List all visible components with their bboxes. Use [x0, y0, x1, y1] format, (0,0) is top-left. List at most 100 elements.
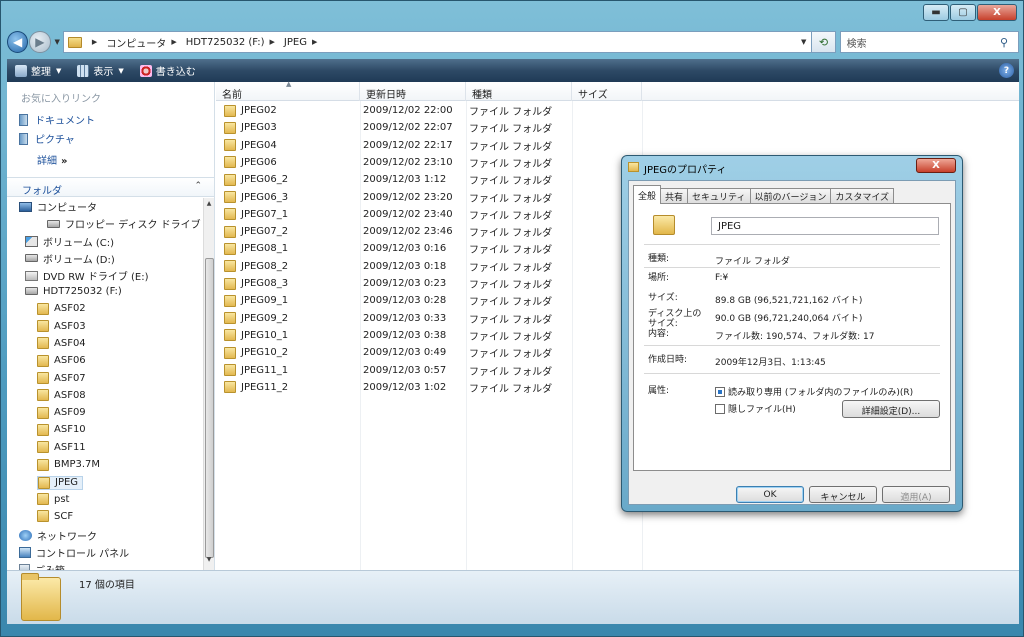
folder-icon [224, 364, 236, 376]
folder-icon [67, 36, 82, 48]
tree-item[interactable]: JPEG [37, 475, 84, 490]
table-row[interactable]: JPEG03 2009/12/02 22:07 ファイル フォルダ [216, 119, 576, 136]
tree-item[interactable]: ASF10 [37, 423, 86, 436]
close-button[interactable]: X [977, 4, 1017, 21]
back-button[interactable]: ◀ [7, 31, 29, 53]
tab-general[interactable]: 全般 [633, 185, 662, 204]
table-row[interactable]: JPEG10_1 2009/12/03 0:38 ファイル フォルダ [216, 327, 576, 344]
tree-item[interactable]: ASF09 [37, 406, 86, 419]
table-row[interactable]: JPEG08_1 2009/12/03 0:16 ファイル フォルダ [216, 240, 576, 257]
tree-scrollbar[interactable]: ▲ ▼ [203, 198, 214, 570]
folder-name-field[interactable]: JPEG [711, 217, 939, 235]
file-type: ファイル フォルダ [469, 107, 553, 118]
tree-item[interactable]: ASF08 [37, 389, 86, 402]
table-row[interactable]: JPEG07_2 2009/12/02 23:46 ファイル フォルダ [216, 223, 576, 240]
table-row[interactable]: JPEG08_3 2009/12/03 0:23 ファイル フォルダ [216, 275, 576, 292]
scroll-up-icon[interactable]: ▲ [204, 200, 214, 212]
breadcrumb-computer[interactable]: コンピュータ ▶ [106, 35, 181, 50]
organize-button[interactable]: 整理 ▼ [7, 63, 69, 78]
organize-icon [15, 64, 27, 77]
table-row[interactable]: JPEG04 2009/12/02 22:17 ファイル フォルダ [216, 137, 576, 154]
table-row[interactable]: JPEG06 2009/12/02 23:10 ファイル フォルダ [216, 154, 576, 171]
tree-item[interactable]: BMP3.7M [37, 458, 100, 471]
favorite-pictures[interactable]: ピクチャ [19, 131, 75, 146]
scroll-down-icon[interactable]: ▼ [204, 556, 214, 568]
breadcrumb-jpeg[interactable]: JPEG ▶ [284, 37, 322, 48]
tab-sharing[interactable]: 共有 [660, 188, 689, 203]
dialog-close-button[interactable]: X [916, 158, 956, 173]
column-name[interactable]: 名前 ▲ [216, 80, 360, 101]
tree-item[interactable]: ASF03 [37, 320, 86, 333]
more-links[interactable]: 詳細» [37, 152, 67, 167]
tree-item[interactable]: ASF07 [37, 372, 86, 384]
table-row[interactable]: JPEG07_1 2009/12/02 23:40 ファイル フォルダ [216, 206, 576, 223]
tree-item-label: ASF10 [54, 424, 86, 436]
folder-icon [37, 354, 49, 367]
tab-previous-versions[interactable]: 以前のバージョン [749, 188, 832, 203]
search-box[interactable]: 検索 ⚲ [839, 31, 1020, 53]
file-name: JPEG10_1 [224, 329, 288, 342]
tree-item[interactable]: ボリューム (C:) [25, 234, 114, 249]
minimize-button[interactable]: ▬ [923, 4, 949, 21]
apply-button[interactable]: 適用(A) [882, 486, 950, 503]
tree-item[interactable]: コンピュータ [19, 199, 97, 214]
table-row[interactable]: JPEG06_3 2009/12/02 23:20 ファイル フォルダ [216, 189, 576, 206]
burn-button[interactable]: 書き込む [132, 63, 204, 78]
views-button[interactable]: 表示 ▼ [69, 63, 131, 78]
table-row[interactable]: JPEG06_2 2009/12/03 1:12 ファイル フォルダ [216, 171, 576, 188]
file-date: 2009/12/02 23:10 [363, 156, 453, 168]
address-dropdown-icon[interactable]: ▼ [796, 38, 811, 46]
scrollbar-thumb[interactable] [205, 258, 214, 558]
tree-item[interactable]: pst [37, 493, 69, 506]
tree-item[interactable]: DVD RW ドライブ (E:) [25, 268, 149, 283]
table-row[interactable]: JPEG09_1 2009/12/03 0:28 ファイル フォルダ [216, 292, 576, 309]
column-date[interactable]: 更新日時 [360, 82, 466, 101]
tree-item[interactable]: ASF04 [37, 337, 86, 350]
search-icon[interactable]: ⚲ [1000, 36, 1018, 49]
table-row[interactable]: JPEG08_2 2009/12/03 0:18 ファイル フォルダ [216, 258, 576, 275]
tree-item[interactable]: フロッピー ディスク ドライブ (A: [47, 216, 203, 231]
ok-button[interactable]: OK [736, 486, 804, 503]
size-value: 89.8 GB (96,521,721,162 バイト) [715, 296, 863, 306]
file-name: JPEG09_2 [224, 312, 288, 325]
chevron-down-icon: ▼ [118, 66, 124, 75]
folder-icon [224, 139, 236, 152]
tree-item[interactable]: SCF [37, 510, 73, 523]
tree-item[interactable]: ごみ箱 [19, 562, 65, 570]
maximize-button[interactable]: ▢ [950, 4, 976, 21]
breadcrumb-drive[interactable]: HDT725032 (F:) ▶ [186, 37, 280, 48]
history-dropdown-icon[interactable]: ▼ [55, 38, 60, 46]
tree-item[interactable]: ボリューム (D:) [25, 251, 115, 266]
refresh-button[interactable]: ⟲ [812, 31, 836, 53]
search-input[interactable]: 検索 [847, 35, 1000, 50]
cancel-button[interactable]: キャンセル [809, 486, 877, 503]
tree-item[interactable]: ASF06 [37, 354, 86, 367]
readonly-checkbox[interactable]: 読み取り専用 (フォルダ内のファイルのみ)(R) [715, 385, 913, 398]
column-type[interactable]: 種類 [466, 82, 572, 101]
table-row[interactable]: JPEG10_2 2009/12/03 0:49 ファイル フォルダ [216, 344, 576, 361]
tree-item[interactable]: HDT725032 (F:) [25, 286, 122, 297]
table-row[interactable]: JPEG11_1 2009/12/03 0:57 ファイル フォルダ [216, 362, 576, 379]
hidden-checkbox[interactable]: 隠しファイル(H) [715, 402, 796, 415]
tab-security[interactable]: セキュリティ [687, 188, 751, 203]
created-label: 作成日時: [648, 355, 688, 365]
tree-item-label: ASF08 [54, 389, 86, 401]
tree-item[interactable]: ASF02 [37, 302, 86, 315]
tree-item[interactable]: ASF11 [37, 441, 86, 454]
column-size[interactable]: サイズ [572, 82, 642, 101]
advanced-button[interactable]: 詳細設定(D)... [842, 400, 940, 418]
table-row[interactable]: JPEG09_2 2009/12/03 0:33 ファイル フォルダ [216, 310, 576, 327]
address-bar[interactable]: ▶ コンピュータ ▶ HDT725032 (F:) ▶ JPEG ▶ ▼ [62, 31, 813, 53]
folders-header[interactable]: フォルダ ⌃ [7, 177, 214, 197]
breadcrumb-separator[interactable]: ▶ [87, 38, 102, 46]
table-row[interactable]: JPEG02 2009/12/02 22:00 ファイル フォルダ [216, 102, 576, 119]
favorite-documents[interactable]: ドキュメント [19, 112, 95, 127]
table-row[interactable]: JPEG11_2 2009/12/03 1:02 ファイル フォルダ [216, 379, 576, 396]
location-value: F:¥ [715, 273, 729, 283]
help-button[interactable]: ? [999, 63, 1014, 78]
tree-item[interactable]: ネットワーク [19, 528, 97, 543]
tab-customize[interactable]: カスタマイズ [830, 188, 895, 203]
folder-icon [37, 493, 49, 506]
forward-button[interactable]: ▶ [29, 31, 51, 53]
tree-item[interactable]: コントロール パネル [19, 545, 129, 560]
